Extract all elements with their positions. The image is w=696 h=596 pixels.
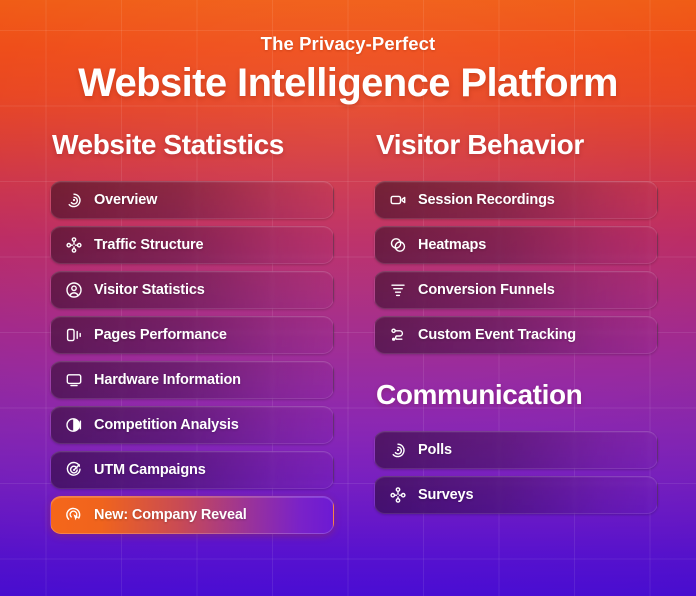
nav-item-label: Overview [94, 191, 158, 208]
radar-cursor-icon [65, 506, 83, 524]
nav-item-label: Traffic Structure [94, 236, 204, 253]
nav-item-label: Conversion Funnels [418, 281, 555, 298]
nav-item-label: Hardware Information [94, 371, 241, 388]
video-camera-icon [389, 191, 407, 209]
heatmap-overlap-icon [389, 236, 407, 254]
nav-item-label: UTM Campaigns [94, 461, 206, 478]
nav-item-traffic-structure[interactable]: Traffic Structure [50, 225, 334, 264]
nav-item-competition-analysis[interactable]: Competition Analysis [50, 405, 334, 444]
user-circle-icon [65, 281, 83, 299]
nav-list-visitor-behavior: Session Recordings Heatmaps Conversion Fun… [374, 180, 658, 354]
nodes-icon [65, 236, 83, 254]
nav-item-label: Pages Performance [94, 326, 227, 343]
section-title-communication: Communication [376, 378, 583, 410]
nav-item-label: New: Company Reveal [94, 506, 247, 523]
nav-item-polls[interactable]: Polls [374, 430, 658, 469]
nav-list-communication: Polls Surveys [374, 430, 658, 514]
nav-item-visitor-statistics[interactable]: Visitor Statistics [50, 270, 334, 309]
monitor-icon [65, 371, 83, 389]
nav-item-label: Surveys [418, 486, 474, 503]
nav-item-utm-campaigns[interactable]: UTM Campaigns [50, 450, 334, 489]
nav-item-custom-event-tracking[interactable]: Custom Event Tracking [374, 315, 658, 354]
nav-item-label: Polls [418, 441, 452, 458]
event-path-icon [389, 326, 407, 344]
nav-item-session-recordings[interactable]: Session Recordings [374, 180, 658, 219]
nav-item-label: Visitor Statistics [94, 281, 205, 298]
pages-bars-icon [65, 326, 83, 344]
page-title: Website Intelligence Platform [78, 61, 618, 105]
nav-item-hardware-information[interactable]: Hardware Information [50, 360, 334, 399]
nav-item-label: Session Recordings [418, 191, 555, 208]
promo-graphic-root: The Privacy-Perfect Website Intelligence… [0, 0, 696, 596]
funnel-icon [389, 281, 407, 299]
nav-item-label: Heatmaps [418, 236, 487, 253]
nav-item-overview[interactable]: Overview [50, 180, 334, 219]
section-title-visitor-behavior: Visitor Behavior [376, 129, 584, 160]
left-column: Website Statistics Overview Traffic Struct… [50, 129, 334, 534]
nav-item-surveys[interactable]: Surveys [374, 475, 658, 514]
nav-list-website-statistics: Overview Traffic Structure Visitor Statist… [50, 180, 334, 534]
spiral-icon [65, 191, 83, 209]
target-icon [65, 461, 83, 479]
nav-item-pages-performance[interactable]: Pages Performance [50, 315, 334, 354]
nav-item-conversion-funnels[interactable]: Conversion Funnels [374, 270, 658, 309]
nav-item-new-company-reveal[interactable]: New: Company Reveal [50, 495, 334, 534]
right-column: Visitor Behavior Session Recordings Heatma… [374, 129, 658, 514]
nav-item-label: Custom Event Tracking [418, 326, 576, 343]
half-circle-icon [65, 416, 83, 434]
spiral-icon [389, 441, 407, 459]
eyebrow-text: The Privacy-Perfect [260, 33, 436, 54]
nav-item-heatmaps[interactable]: Heatmaps [374, 225, 658, 264]
section-title-website-statistics: Website Statistics [52, 129, 284, 160]
nav-item-label: Competition Analysis [94, 416, 239, 433]
nodes-icon [389, 486, 407, 504]
